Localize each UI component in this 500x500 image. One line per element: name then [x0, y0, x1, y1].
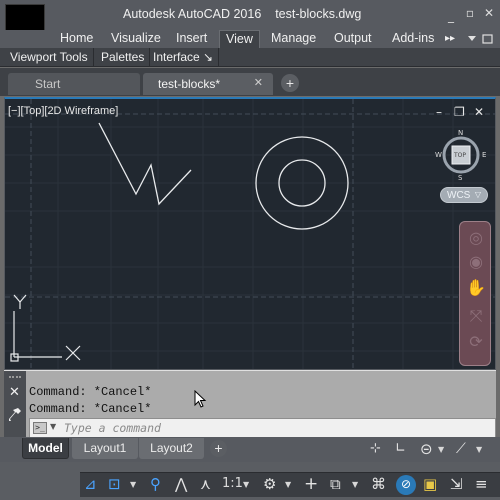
- ribbon-overflow-icon[interactable]: ▸▸: [445, 30, 455, 48]
- scale-value[interactable]: 1:1: [222, 475, 243, 493]
- command-line-grip[interactable]: ✕: [4, 371, 26, 438]
- chevron-down-icon: ▽: [474, 190, 481, 199]
- tab-manage[interactable]: Manage: [271, 30, 316, 48]
- minimize-button[interactable]: _: [444, 9, 458, 23]
- file-tab-bar: Start test-blocks* ✕ +: [0, 68, 500, 96]
- file-tab-start[interactable]: Start: [8, 73, 140, 95]
- polar-tracking-icon[interactable]: ⊝: [420, 440, 433, 458]
- compass-west[interactable]: W: [435, 151, 442, 159]
- status-bar: ⊿ ⊡ ▼ ⚲ ⋀ ⋏ 1:1 ▼ ⚙ ▼ + ⧉ ▼ ⌘ ⊘ ▣ ⇲ ≡: [0, 462, 500, 500]
- drawing-svg: [5, 99, 495, 369]
- history-line: Command: *Cancel*: [29, 385, 152, 399]
- command-input-box[interactable]: >_ ▼: [29, 418, 496, 438]
- title-bar: Autodesk AutoCAD 2016 test-blocks.dwg _ …: [0, 0, 500, 50]
- panel-interface[interactable]: Interface ↘: [148, 48, 220, 67]
- polar-dropdown-icon[interactable]: ▼: [438, 445, 444, 454]
- tab-model[interactable]: Model: [22, 438, 69, 459]
- new-tab-button[interactable]: +: [281, 74, 299, 92]
- workspace-gear-icon[interactable]: ⚙: [263, 475, 276, 493]
- hardware-acceleration-icon[interactable]: ▣: [423, 475, 437, 493]
- layout-tab-bar: Model Layout1 Layout2 + ⊹ ∟ ⊝ ▼ ⟋ ▼: [0, 437, 500, 462]
- annotation-visibility-icon[interactable]: ⚲: [150, 475, 161, 493]
- scale-dropdown-icon[interactable]: ▼: [243, 480, 249, 489]
- compass-north[interactable]: N: [458, 129, 463, 137]
- wcs-dropdown[interactable]: WCS ▽: [440, 187, 488, 203]
- viewcube-face-top[interactable]: TOP: [454, 152, 466, 159]
- tab-view[interactable]: View: [219, 30, 260, 48]
- file-tab-current-label: test-blocks*: [158, 77, 221, 91]
- close-command-line-icon[interactable]: ✕: [9, 385, 20, 400]
- recent-commands-chevron-icon[interactable]: ▼: [50, 422, 56, 431]
- command-prompt-icon[interactable]: >_: [33, 422, 47, 434]
- tab-layout1[interactable]: Layout1: [72, 438, 138, 459]
- wrench-icon[interactable]: [8, 407, 22, 423]
- restore-button[interactable]: ▫: [463, 6, 477, 20]
- pan-hand-icon[interactable]: ✋: [464, 278, 488, 300]
- viewport-maximize-icon[interactable]: ❐: [454, 106, 465, 118]
- clean-screen-icon[interactable]: ⇲: [450, 475, 463, 493]
- viewport-controls-label[interactable]: [−][Top][2D Wireframe]: [8, 105, 118, 117]
- window-title: Autodesk AutoCAD 2016 test-blocks.dwg: [123, 7, 361, 21]
- isodraft-icon[interactable]: ⟋: [456, 440, 466, 458]
- full-navigation-wheel-icon[interactable]: ◉: [464, 252, 488, 274]
- dynamic-input-icon[interactable]: ⊹: [370, 440, 381, 458]
- close-window-button[interactable]: ✕: [482, 6, 496, 20]
- wcs-label: WCS: [447, 190, 471, 201]
- quick-properties-icon[interactable]: ⌘: [371, 475, 386, 493]
- navigation-bar: ◎ ◉ ✋ ⤧ ⟳: [459, 221, 491, 366]
- orbit-icon[interactable]: ⟳: [464, 332, 488, 354]
- history-line: Command: *Cancel*: [29, 402, 152, 416]
- annotation-monitor-icon[interactable]: +: [304, 475, 318, 493]
- drawing-canvas[interactable]: [−][Top][2D Wireframe] – ❐ ✕ N S E W TOP…: [4, 97, 496, 370]
- ribbon-panel-bar: Viewport Tools Palettes Interface ↘: [0, 48, 500, 67]
- grip-handle-icon[interactable]: [9, 376, 21, 380]
- compass-south[interactable]: S: [458, 174, 462, 182]
- command-line-window: ✕ Command: *Cancel* Command: *Cancel* >_ …: [4, 370, 496, 438]
- customization-menu-icon[interactable]: ≡: [475, 475, 488, 493]
- close-tab-icon[interactable]: ✕: [254, 76, 263, 89]
- viewport-close-icon[interactable]: ✕: [474, 106, 484, 118]
- tab-output[interactable]: Output: [334, 30, 372, 48]
- file-name: test-blocks.dwg: [275, 7, 362, 21]
- grid-major: [5, 99, 495, 369]
- isodraft-dropdown-icon[interactable]: ▼: [476, 445, 482, 454]
- workspace-dropdown-icon[interactable]: ▼: [285, 480, 291, 489]
- auto-scale-icon[interactable]: ⋀: [175, 475, 187, 493]
- viewport-minimize-icon[interactable]: –: [436, 106, 442, 118]
- new-layout-button[interactable]: +: [210, 440, 227, 457]
- compass-east[interactable]: E: [482, 151, 486, 159]
- zoom-extents-icon[interactable]: ⤧: [464, 306, 488, 328]
- panel-palettes[interactable]: Palettes: [96, 48, 151, 67]
- zigzag-polyline: [98, 122, 192, 206]
- mouse-cursor-icon: [194, 390, 207, 408]
- ribbon-tab-bar: Home Visualize Insert View Manage Output…: [0, 30, 500, 48]
- command-input[interactable]: [64, 420, 484, 436]
- object-snap-tracking-icon[interactable]: ⊡: [108, 475, 121, 493]
- command-history: Command: *Cancel* Command: *Cancel*: [29, 384, 151, 418]
- panel-viewport-tools[interactable]: Viewport Tools: [5, 48, 94, 67]
- ribbon-minimize-icon[interactable]: [466, 33, 496, 45]
- file-tab-current[interactable]: test-blocks* ✕: [143, 73, 273, 95]
- autocad-window: Autodesk AutoCAD 2016 test-blocks.dwg _ …: [0, 0, 500, 500]
- steering-wheel-icon[interactable]: ◎: [464, 228, 488, 250]
- grid-minor: [5, 99, 495, 369]
- tab-visualize[interactable]: Visualize: [111, 30, 161, 48]
- tab-layout2[interactable]: Layout2: [139, 438, 204, 459]
- units-icon[interactable]: ⧉: [330, 475, 341, 493]
- app-name: Autodesk AutoCAD 2016: [123, 7, 262, 21]
- object-snap-dropdown-icon[interactable]: ▼: [130, 480, 136, 489]
- snap-icon[interactable]: ⊿: [84, 475, 97, 493]
- file-tab-start-label: Start: [35, 77, 61, 91]
- tab-home[interactable]: Home: [60, 30, 93, 48]
- tab-add-ins[interactable]: Add-ins: [392, 30, 434, 48]
- units-dropdown-icon[interactable]: ▼: [352, 480, 358, 489]
- isolate-objects-icon[interactable]: ⊘: [396, 475, 416, 495]
- viewcube[interactable]: N S E W TOP: [435, 129, 487, 182]
- annotation-scale-icon[interactable]: ⋏: [200, 475, 211, 493]
- ortho-icon[interactable]: ∟: [395, 440, 406, 458]
- tab-insert[interactable]: Insert: [176, 30, 207, 48]
